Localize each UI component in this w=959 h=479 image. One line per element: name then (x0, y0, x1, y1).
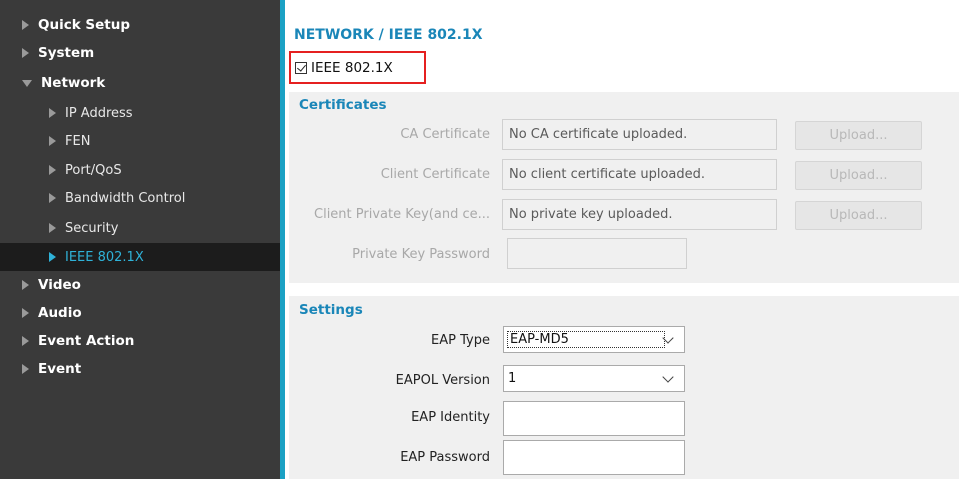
sidebar-item-label: Bandwidth Control (65, 190, 186, 206)
private-key-password-label: Private Key Password (352, 247, 490, 262)
eapol-version-label: EAPOL Version (395, 373, 490, 388)
sidebar-item-label: Event (38, 361, 82, 377)
private-key-password-input[interactable] (507, 238, 687, 269)
eapol-version-value: 1 (508, 371, 517, 386)
sidebar-item-label: Video (38, 277, 81, 293)
sidebar-item-event-action[interactable]: Event Action (0, 327, 280, 355)
client-private-key-field: No private key uploaded. (502, 199, 777, 230)
certificates-title: Certificates (299, 97, 387, 113)
sidebar-item-label: Network (41, 75, 106, 91)
eapol-version-select[interactable]: 1 (503, 365, 685, 392)
eap-password-input[interactable] (503, 440, 685, 475)
triangle-right-icon (22, 280, 29, 290)
sidebar-item-fen[interactable]: FEN (0, 127, 280, 155)
sidebar-item-label: Port/QoS (65, 162, 122, 178)
chevron-down-icon (662, 331, 674, 344)
client-certificate-field: No client certificate uploaded. (502, 159, 777, 190)
chevron-down-icon (662, 370, 674, 383)
triangle-right-icon (49, 136, 56, 146)
triangle-right-icon (49, 193, 56, 203)
sidebar: Quick Setup System Network IP Address FE… (0, 0, 280, 479)
sidebar-item-event[interactable]: Event (0, 355, 280, 383)
main-panel: NETWORK / IEEE 802.1X IEEE 802.1X Certif… (285, 0, 959, 479)
ca-certificate-label: CA Certificate (400, 127, 490, 142)
sidebar-item-ip-address[interactable]: IP Address (0, 99, 280, 127)
triangle-right-icon (49, 223, 56, 233)
eap-type-select[interactable]: EAP-MD5 (503, 326, 685, 353)
sidebar-item-label: Audio (38, 305, 82, 321)
client-certificate-upload-button[interactable]: Upload... (795, 161, 922, 190)
sidebar-item-quick-setup[interactable]: Quick Setup (0, 11, 280, 39)
triangle-down-icon (22, 79, 32, 87)
triangle-right-icon (22, 20, 29, 30)
ca-certificate-upload-button[interactable]: Upload... (795, 121, 922, 150)
sidebar-item-bandwidth-control[interactable]: Bandwidth Control (0, 184, 280, 212)
eap-password-label: EAP Password (400, 450, 490, 465)
ieee-8021x-checkbox[interactable] (295, 61, 307, 74)
sidebar-item-label: Event Action (38, 333, 135, 349)
eap-identity-input[interactable] (503, 401, 685, 436)
sidebar-item-label: Security (65, 220, 119, 236)
eap-type-value: EAP-MD5 (507, 331, 665, 348)
eap-identity-label: EAP Identity (411, 410, 490, 425)
page-title: NETWORK / IEEE 802.1X (294, 27, 483, 43)
sidebar-item-video[interactable]: Video (0, 271, 280, 299)
triangle-right-icon (49, 165, 56, 175)
sidebar-item-label: FEN (65, 133, 91, 149)
client-private-key-label: Client Private Key(and ce... (314, 207, 490, 222)
sidebar-item-label: Quick Setup (38, 17, 131, 33)
client-certificate-label: Client Certificate (380, 167, 490, 182)
settings-title: Settings (299, 302, 363, 318)
triangle-right-icon (22, 308, 29, 318)
ieee-8021x-checkbox-label[interactable]: IEEE 802.1X (311, 60, 393, 76)
settings-section: Settings EAP Type EAP-MD5 EAPOL Version … (289, 296, 959, 479)
sidebar-item-ieee-8021x[interactable]: IEEE 802.1X (0, 243, 280, 271)
triangle-right-icon (49, 252, 56, 262)
client-private-key-upload-button[interactable]: Upload... (795, 201, 922, 230)
eap-type-label: EAP Type (431, 333, 490, 348)
sidebar-item-label: IP Address (65, 105, 133, 121)
ca-certificate-field: No CA certificate uploaded. (502, 119, 777, 150)
triangle-right-icon (22, 364, 29, 374)
sidebar-item-security[interactable]: Security (0, 214, 280, 242)
sidebar-item-label: System (38, 45, 95, 61)
sidebar-item-label: IEEE 802.1X (65, 249, 144, 265)
sidebar-item-network[interactable]: Network (0, 69, 280, 97)
sidebar-item-audio[interactable]: Audio (0, 299, 280, 327)
triangle-right-icon (49, 108, 56, 118)
sidebar-item-port-qos[interactable]: Port/QoS (0, 156, 280, 184)
ieee-8021x-checkbox-highlight: IEEE 802.1X (289, 51, 426, 84)
sidebar-item-system[interactable]: System (0, 39, 280, 67)
triangle-right-icon (22, 336, 29, 346)
triangle-right-icon (22, 48, 29, 58)
certificates-section: Certificates CA Certificate No CA certif… (289, 92, 959, 283)
